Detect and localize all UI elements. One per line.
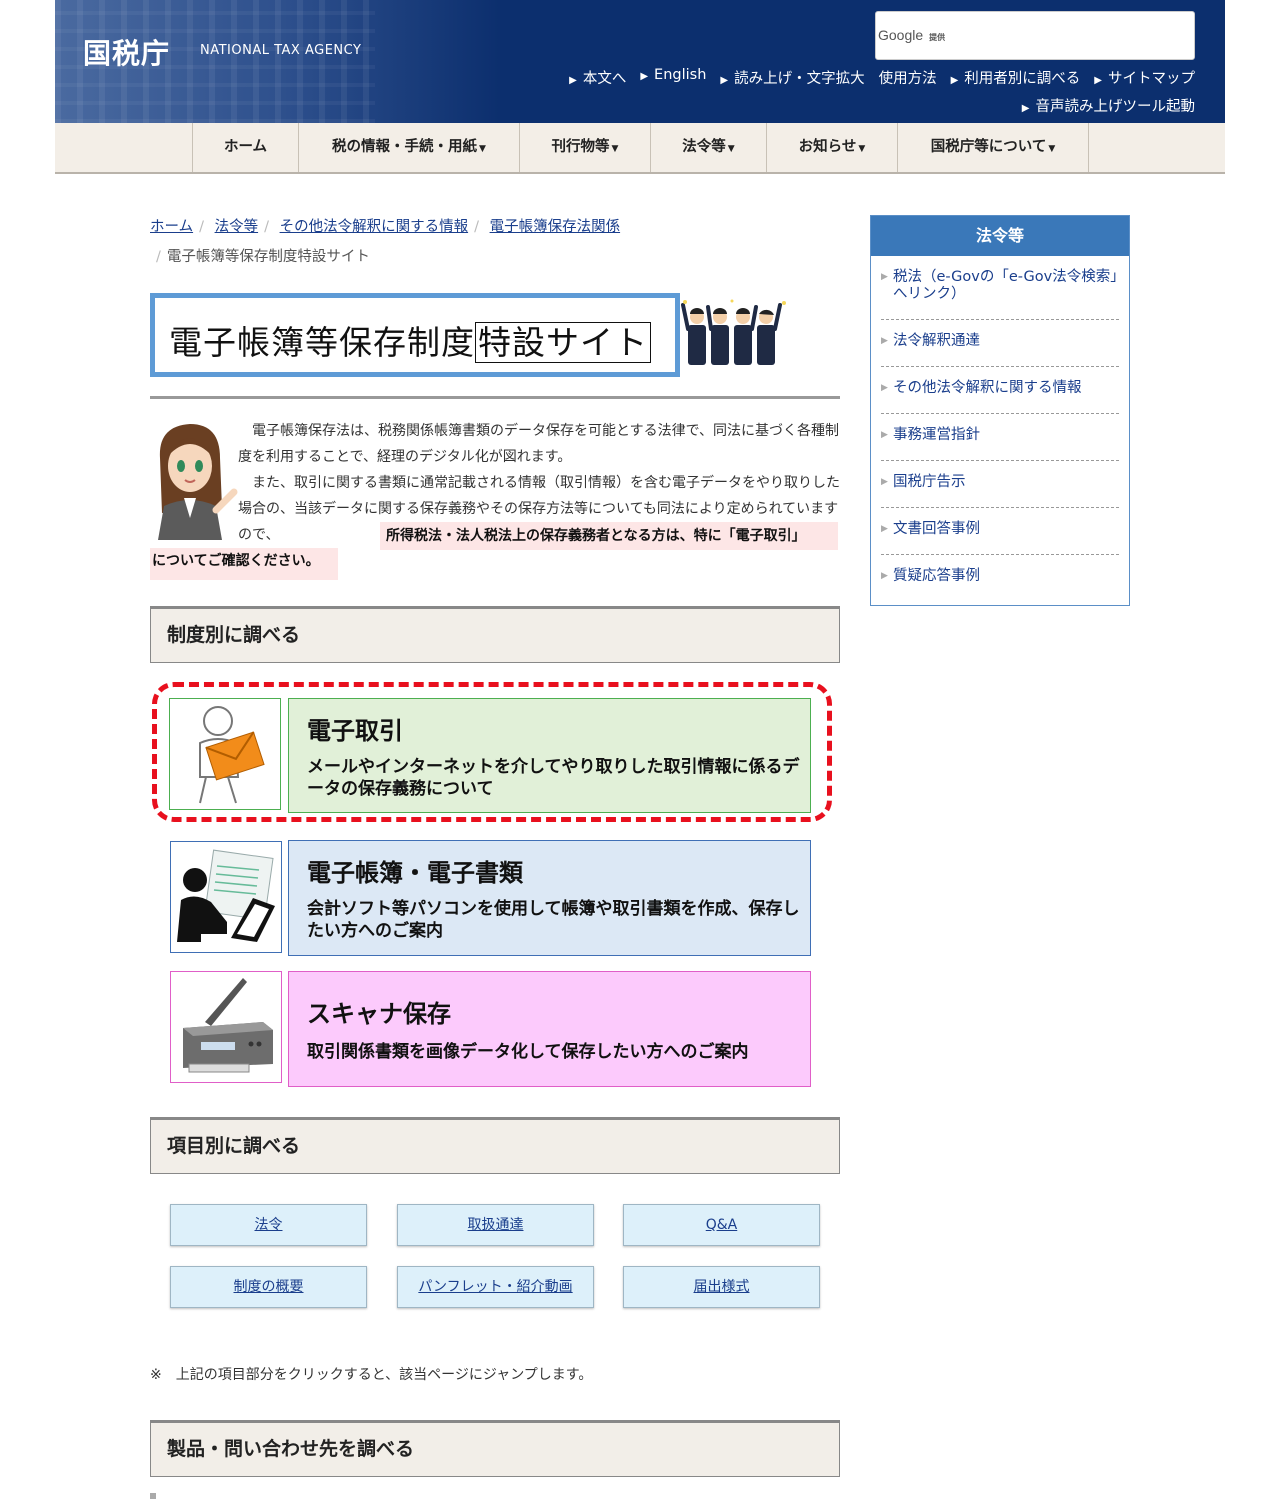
- card-description: 会計ソフト等パソコンを使用して帳簿や取引書類を作成、保存したい方へのご案内: [307, 899, 800, 941]
- section-heading-by-system: 制度別に調べる: [150, 606, 840, 663]
- triangle-icon: ▶: [1094, 75, 1102, 86]
- cheering-people-illustration: [681, 299, 786, 365]
- card-scanner-storage[interactable]: スキャナ保存 取引関係書類を画像データ化して保存したい方へのご案内: [288, 971, 811, 1087]
- caret-down-icon: ▼: [1048, 144, 1056, 154]
- person-envelope-icon: [199, 706, 265, 804]
- section-heading-by-item: 項目別に調べる: [150, 1117, 840, 1174]
- sidebar-item-other-interpretation[interactable]: ▶ その他法令解釈に関する情報: [881, 367, 1119, 414]
- triangle-icon: ▶: [881, 383, 888, 393]
- caret-down-icon: ▼: [479, 144, 486, 154]
- intro-highlight-line-2: についてご確認ください。: [150, 548, 338, 580]
- header-link-skip[interactable]: ▶ 本文へ: [569, 67, 626, 88]
- triangle-icon: ▶: [881, 336, 888, 346]
- header-link-voice-tool[interactable]: ▶ 音声読み上げツール起動: [1022, 99, 1195, 115]
- caret-down-icon: ▼: [858, 144, 866, 154]
- caret-down-icon: ▼: [727, 144, 735, 154]
- header-voice-row: ▶ 音声読み上げツール起動: [1008, 95, 1195, 116]
- breadcrumb-denshi-law[interactable]: 電子帳簿保存法関係: [490, 219, 621, 235]
- item-button-overview[interactable]: 制度の概要: [170, 1266, 367, 1308]
- sidebar-title: 法令等: [871, 216, 1129, 256]
- breadcrumb-separator: /: [156, 249, 161, 265]
- sidebar-item-document-answers[interactable]: ▶ 文書回答事例: [881, 508, 1119, 555]
- nav-home[interactable]: ホーム: [193, 123, 299, 172]
- breadcrumb: ホーム / 法令等 / その他法令解釈に関する情報 / 電子帳簿保存法関係 / 電子帳簿…: [150, 212, 840, 272]
- list-bullet: [150, 1493, 156, 1499]
- header-link-usage[interactable]: 使用方法: [879, 67, 937, 88]
- breadcrumb-laws[interactable]: 法令等: [215, 219, 259, 235]
- header-link-english[interactable]: ▶ English: [640, 67, 706, 88]
- site-logo-english: NATIONAL TAX AGENCY: [200, 43, 362, 58]
- sidebar-item-guidelines[interactable]: ▶ 事務運営指針: [881, 414, 1119, 461]
- caret-down-icon: ▼: [611, 144, 619, 154]
- breadcrumb-other-interpretation[interactable]: その他法令解釈に関する情報: [280, 219, 469, 235]
- banner-divider: [150, 396, 840, 399]
- sidebar-item-notices[interactable]: ▶ 国税庁告示: [881, 461, 1119, 508]
- triangle-icon: ▶: [881, 571, 888, 581]
- jump-note: ※ 上記の項目部分をクリックすると、該当ページにジャンプします。: [150, 1367, 593, 1383]
- triangle-icon: ▶: [881, 272, 888, 282]
- breadcrumb-separator: /: [264, 219, 269, 235]
- global-nav: ホーム 税の情報・手続・用紙 ▼ 刊行物等 ▼ 法令等 ▼ お知らせ ▼ 国税庁等につい…: [55, 123, 1225, 174]
- item-button-qa[interactable]: Q&A: [623, 1204, 820, 1246]
- header-links: ▶ 本文へ ▶ English ▶ 読み上げ・文字拡大 使用方法 ▶ 利用者別に調べる …: [555, 67, 1195, 88]
- triangle-icon: ▶: [881, 430, 888, 440]
- site-header: 国税庁 NATIONAL TAX AGENCY Google 提供 ▶ 本文へ ▶ E…: [55, 0, 1225, 123]
- nav-tax-info[interactable]: 税の情報・手続・用紙 ▼: [299, 123, 520, 172]
- intro-highlight-line-1: 所得税法・法人税法上の保存義務者となる方は、特に「電子取引」: [380, 522, 838, 550]
- header-link-sitemap[interactable]: ▶ サイトマップ: [1094, 67, 1195, 88]
- item-button-pamphlets[interactable]: パンフレット・紹介動画: [397, 1266, 594, 1308]
- sidebar-laws: 法令等 ▶ 税法（e-Govの「e-Gov法令検索」へリンク） ▶ 法令解釈通達 ▶…: [870, 215, 1130, 606]
- person-laptop-icon: [177, 849, 275, 942]
- item-button-laws[interactable]: 法令: [170, 1204, 367, 1246]
- nav-publications[interactable]: 刊行物等 ▼: [520, 123, 651, 172]
- triangle-icon: ▶: [881, 477, 888, 487]
- breadcrumb-home[interactable]: ホーム: [150, 219, 193, 235]
- sidebar-item-circulars[interactable]: ▶ 法令解釈通達: [881, 320, 1119, 367]
- site-logo[interactable]: 国税庁: [83, 32, 170, 72]
- google-search-brand: Google 提供: [878, 27, 946, 43]
- triangle-icon: ▶: [720, 75, 729, 86]
- triangle-icon: ▶: [1021, 103, 1030, 114]
- item-button-forms[interactable]: 届出様式: [623, 1266, 820, 1308]
- card-image-email[interactable]: [169, 698, 281, 810]
- sidebar-item-qa-cases[interactable]: ▶ 質疑応答事例: [881, 555, 1119, 599]
- intro-paragraph-1: 電子帳簿保存法は、税務関係帳簿書類のデータ保存を可能とする法律で、同法に基づく各…: [238, 423, 840, 465]
- sidebar-item-tax-law[interactable]: ▶ 税法（e-Govの「e-Gov法令検索」へリンク）: [881, 256, 1119, 320]
- card-description: 取引関係書類を画像データ化して保存したい方へのご案内: [307, 1042, 749, 1062]
- breadcrumb-separator: /: [199, 219, 204, 235]
- item-button-circulars[interactable]: 取扱通達: [397, 1204, 594, 1246]
- header-link-readaloud[interactable]: ▶ 読み上げ・文字拡大: [720, 67, 864, 88]
- card-title: 電子取引: [307, 717, 403, 745]
- triangle-icon: ▶: [569, 75, 577, 86]
- search-input[interactable]: Google 提供: [875, 11, 1195, 60]
- banner-title: 電子帳簿等保存制度特設サイト: [169, 316, 651, 364]
- special-site-banner: 電子帳簿等保存制度特設サイト: [150, 293, 680, 377]
- card-title: 電子帳簿・電子書類: [307, 859, 523, 887]
- breadcrumb-separator: /: [474, 219, 479, 235]
- card-description: メールやインターネットを介してやり取りした取引情報に係るデータの保存義務について: [307, 757, 800, 799]
- triangle-icon: ▶: [640, 71, 649, 82]
- card-image-computer[interactable]: [170, 841, 282, 953]
- card-image-scanner[interactable]: [170, 971, 282, 1083]
- nav-about[interactable]: 国税庁等について ▼: [898, 123, 1089, 172]
- triangle-icon: ▶: [950, 75, 959, 86]
- triangle-icon: ▶: [881, 524, 888, 534]
- header-link-by-user[interactable]: ▶ 利用者別に調べる: [951, 67, 1081, 88]
- breadcrumb-current: 電子帳簿等保存制度特設サイト: [166, 249, 370, 265]
- card-title: スキャナ保存: [307, 1000, 451, 1028]
- nav-news[interactable]: お知らせ ▼: [767, 123, 898, 172]
- scanner-icon: [183, 978, 273, 1073]
- card-electronic-books[interactable]: 電子帳簿・電子書類 会計ソフト等パソコンを使用して帳簿や取引書類を作成、保存した…: [288, 840, 811, 956]
- nav-laws[interactable]: 法令等 ▼: [651, 123, 767, 172]
- card-electronic-transactions[interactable]: 電子取引 メールやインターネットを介してやり取りした取引情報に係るデータの保存義…: [288, 698, 811, 813]
- section-heading-by-product: 製品・問い合わせ先を調べる: [150, 1420, 840, 1477]
